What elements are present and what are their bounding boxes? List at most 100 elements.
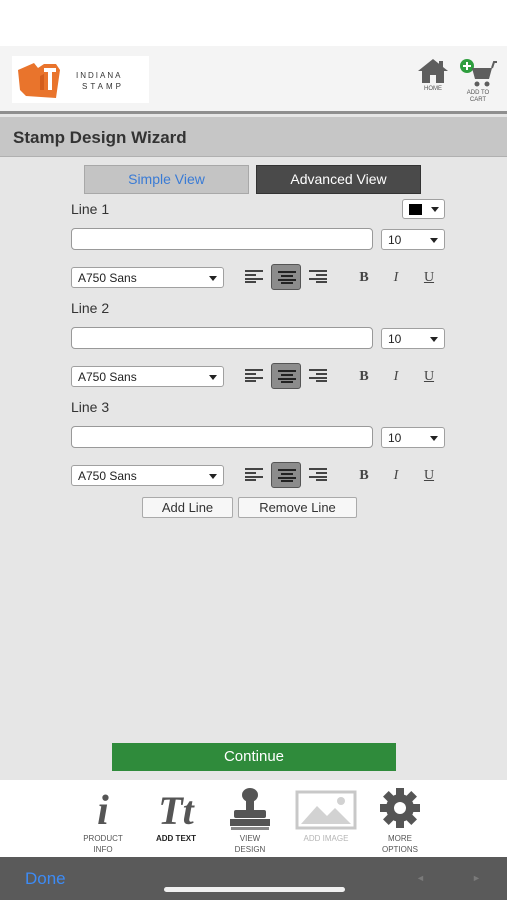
tab-label: VIEW — [239, 834, 261, 843]
tab-product-info[interactable]: i PRODUCT INFO — [68, 786, 138, 854]
line-3-font-value: A750 Sans — [78, 469, 137, 483]
align-right-icon — [309, 270, 327, 283]
align-center-icon — [278, 271, 296, 284]
add-to-cart-button[interactable]: ADD TO CART — [457, 58, 499, 104]
line-3-underline-button[interactable]: U — [419, 466, 439, 486]
logo-mark-icon — [18, 63, 60, 98]
line-3-bold-button[interactable]: B — [354, 466, 374, 486]
line-1-align-left-button[interactable] — [239, 264, 269, 290]
line-2-align-center-button[interactable] — [271, 363, 301, 389]
line-3-label: Line 3 — [71, 399, 110, 415]
line-3-align-center-button[interactable] — [271, 462, 301, 488]
cart-label-line1: ADD TO — [466, 90, 490, 96]
line-3-size-dropdown[interactable]: 10 — [381, 427, 445, 448]
cart-plus-icon — [460, 59, 497, 87]
line-2-font-dropdown[interactable]: A750 Sans — [71, 366, 224, 387]
info-i-icon: i — [68, 786, 138, 834]
chevron-down-icon — [430, 337, 438, 342]
remove-line-button[interactable]: Remove Line — [238, 497, 357, 518]
line-2-label: Line 2 — [71, 300, 110, 316]
chevron-down-icon — [430, 436, 438, 441]
line-2-align-right-button[interactable] — [303, 363, 333, 389]
stamp-icon — [215, 786, 285, 832]
line-1-align-right-button[interactable] — [303, 264, 333, 290]
line-3-align-left-button[interactable] — [239, 462, 269, 488]
logo-text-stamp: STAMP — [82, 82, 124, 91]
home-button[interactable]: HOME — [414, 58, 452, 93]
indiana-stamp-logo[interactable]: INDIANA STAMP — [12, 56, 149, 103]
line-1-label: Line 1 — [71, 201, 110, 217]
chevron-down-icon — [430, 238, 438, 243]
tab-view-design[interactable]: VIEW DESIGN — [215, 786, 285, 854]
tab-add-image[interactable]: ADD IMAGE — [291, 786, 361, 845]
text-tt-icon: Tt — [141, 786, 211, 833]
line-2-size-dropdown[interactable]: 10 — [381, 328, 445, 349]
page-title: Stamp Design Wizard — [13, 128, 187, 147]
gear-icon — [365, 786, 435, 832]
tab-label: OPTIONS — [381, 845, 418, 854]
app-header: INDIANA STAMP HOME ADD TO CART — [0, 46, 507, 114]
line-3-align-right-button[interactable] — [303, 462, 333, 488]
line-2-align-left-button[interactable] — [239, 363, 269, 389]
title-bar: Stamp Design Wizard — [0, 117, 507, 157]
line-2-text-input[interactable] — [71, 327, 373, 349]
chevron-down-icon — [431, 207, 439, 212]
tab-add-text[interactable]: Tt ADD TEXT — [141, 786, 211, 845]
line-1-underline-button[interactable]: U — [419, 268, 439, 288]
line-3-text-input[interactable] — [71, 426, 373, 448]
bottom-tab-bar: i PRODUCT INFO Tt ADD TEXT VIEW DESIGN A… — [0, 780, 507, 857]
cart-label-line2: CART — [469, 97, 487, 103]
tab-label: DESIGN — [234, 845, 266, 854]
tab-more-options[interactable]: MORE OPTIONS — [365, 786, 435, 854]
line-2-italic-button[interactable]: I — [386, 367, 406, 387]
align-center-icon — [278, 469, 296, 482]
line-1-align-center-button[interactable] — [271, 264, 301, 290]
chevron-down-icon — [209, 474, 217, 479]
line-1-size-value: 10 — [388, 233, 402, 247]
tab-label: MORE — [388, 834, 412, 843]
status-bar — [0, 0, 507, 46]
add-line-button[interactable]: Add Line — [142, 497, 233, 518]
done-button[interactable]: Done — [25, 869, 66, 889]
align-right-icon — [309, 468, 327, 481]
align-left-icon — [245, 369, 263, 382]
text-color-dropdown[interactable] — [402, 199, 445, 219]
tab-label: ADD IMAGE — [303, 834, 349, 843]
line-2-font-value: A750 Sans — [78, 370, 137, 384]
next-field-arrow-icon[interactable]: ► — [472, 873, 481, 883]
line-1-text-input[interactable] — [71, 228, 373, 250]
align-right-icon — [309, 369, 327, 382]
align-left-icon — [245, 270, 263, 283]
tab-label: PRODUCT — [83, 834, 123, 843]
line-2-size-value: 10 — [388, 332, 402, 346]
line-1-italic-button[interactable]: I — [386, 268, 406, 288]
logo-text-indiana: INDIANA — [76, 71, 123, 80]
svg-text:i: i — [97, 788, 109, 832]
color-swatch — [409, 204, 422, 215]
home-indicator — [164, 887, 345, 892]
line-3-size-value: 10 — [388, 431, 402, 445]
tab-label: ADD TEXT — [156, 834, 196, 843]
line-3-font-dropdown[interactable]: A750 Sans — [71, 465, 224, 486]
line-1-font-value: A750 Sans — [78, 271, 137, 285]
chevron-down-icon — [209, 276, 217, 281]
line-2-bold-button[interactable]: B — [354, 367, 374, 387]
align-left-icon — [245, 468, 263, 481]
chevron-down-icon — [209, 375, 217, 380]
line-1-bold-button[interactable]: B — [354, 268, 374, 288]
align-center-icon — [278, 370, 296, 383]
keyboard-accessory-bar: Done ◄ ► — [0, 857, 507, 900]
tab-advanced-view[interactable]: Advanced View — [256, 165, 421, 194]
tab-label: INFO — [93, 845, 113, 854]
continue-button[interactable]: Continue — [112, 743, 396, 771]
home-label: HOME — [424, 86, 442, 92]
tab-simple-view[interactable]: Simple View — [84, 165, 249, 194]
svg-text:Tt: Tt — [158, 788, 195, 832]
home-icon — [418, 59, 448, 83]
previous-field-arrow-icon[interactable]: ◄ — [416, 873, 425, 883]
line-2-underline-button[interactable]: U — [419, 367, 439, 387]
line-1-font-dropdown[interactable]: A750 Sans — [71, 267, 224, 288]
line-1-size-dropdown[interactable]: 10 — [381, 229, 445, 250]
line-3-italic-button[interactable]: I — [386, 466, 406, 486]
image-icon — [291, 786, 361, 832]
